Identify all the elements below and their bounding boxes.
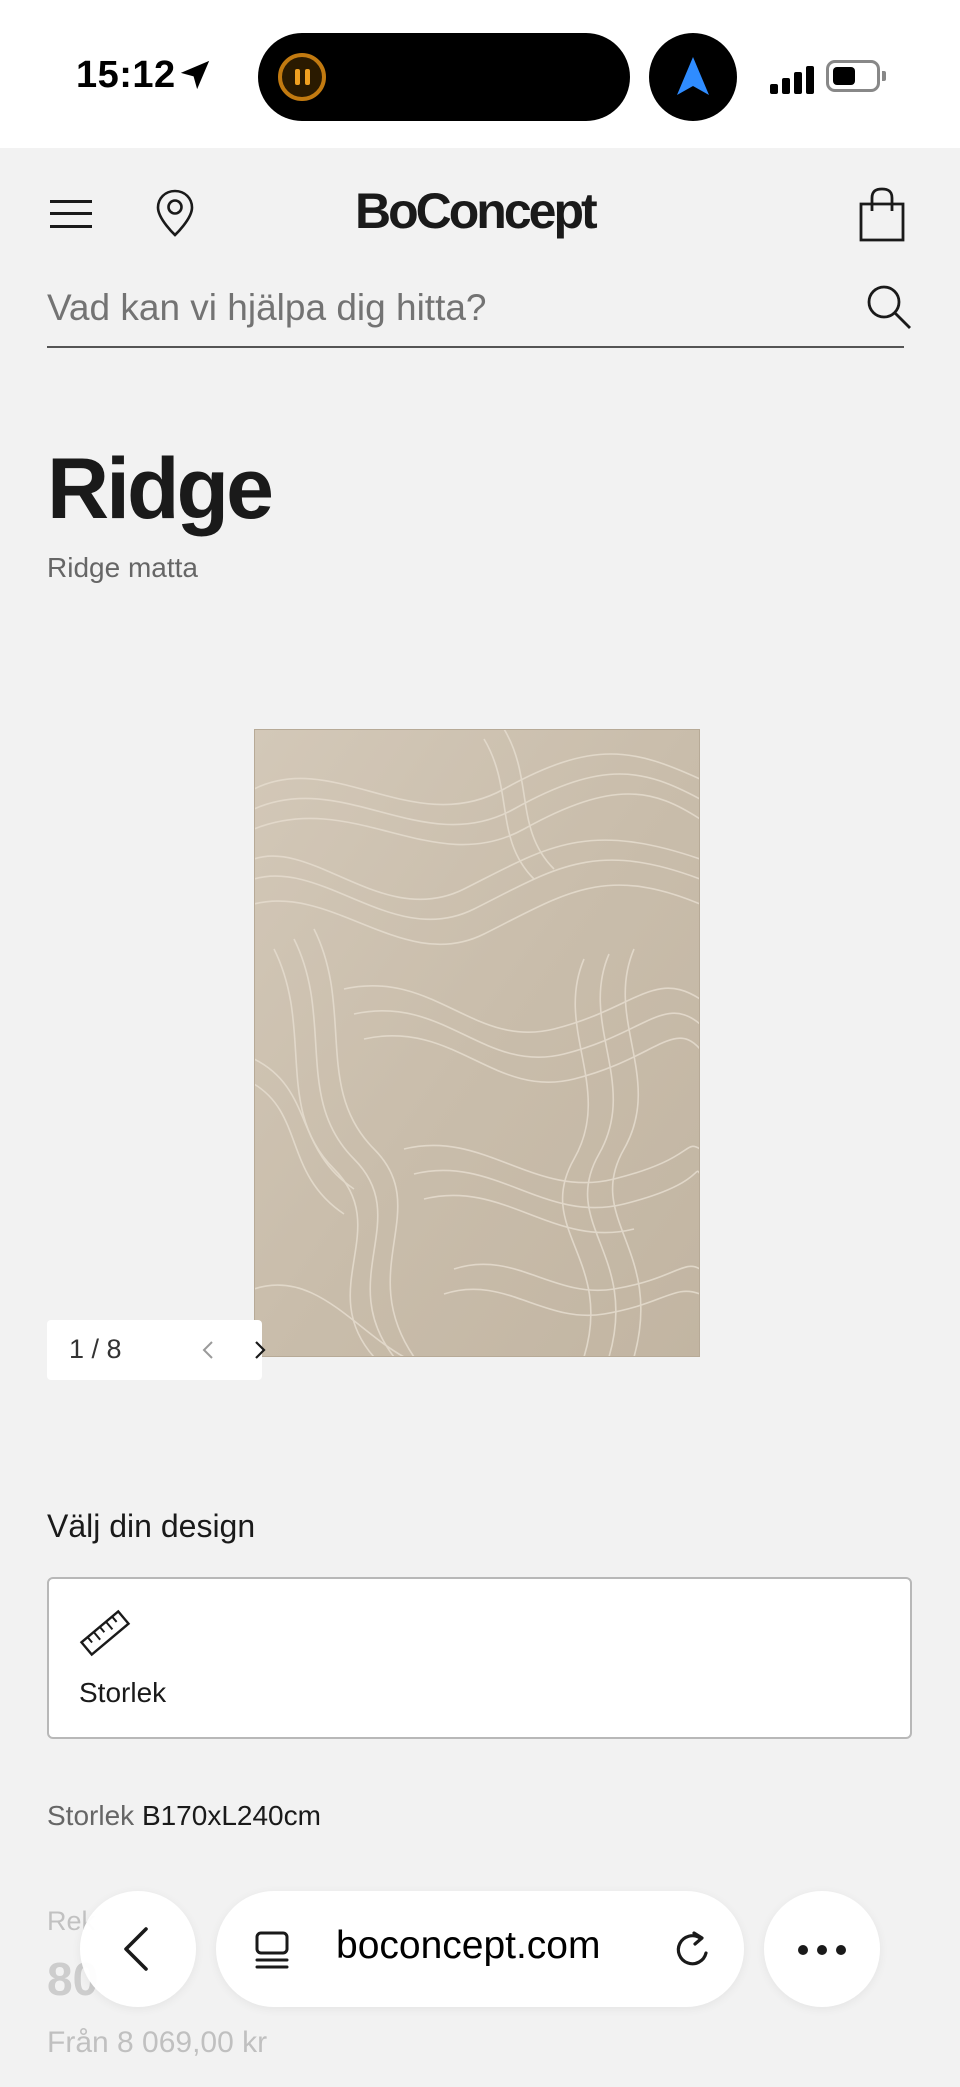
navigation-indicator	[649, 33, 737, 121]
browser-more-button[interactable]	[764, 1891, 880, 2007]
gallery-counter: 1 / 8	[69, 1334, 122, 1364]
address-bar[interactable]: boconcept.com	[216, 1891, 744, 2007]
product-image[interactable]	[254, 729, 700, 1357]
navigation-icon	[677, 57, 709, 95]
more-icon	[798, 1945, 846, 1955]
design-heading: Välj din design	[47, 1508, 256, 1544]
shopping-bag-icon[interactable]	[856, 186, 908, 244]
url-text[interactable]: boconcept.com	[336, 1924, 601, 1968]
tabs-icon[interactable]	[252, 1929, 292, 1971]
status-bar: 15:12	[0, 0, 960, 148]
chevron-left-icon[interactable]	[197, 1338, 221, 1362]
back-icon	[124, 1927, 148, 1971]
location-arrow-icon	[180, 60, 210, 90]
browser-back-button[interactable]	[80, 1891, 196, 2007]
size-option-card[interactable]: Storlek	[47, 1577, 912, 1739]
gallery-pager: 1 / 8	[47, 1320, 266, 1380]
search-input[interactable]	[47, 278, 847, 338]
chevron-right-icon[interactable]	[247, 1338, 271, 1362]
dynamic-island	[258, 33, 630, 121]
search-bar	[47, 278, 904, 348]
battery-icon	[826, 60, 886, 92]
store-locator-icon[interactable]	[154, 188, 196, 238]
selected-size-value: B170xL240cm	[141, 1800, 321, 1831]
selected-size-label: Storlek	[47, 1800, 135, 1831]
product-subtitle: Ridge matta	[47, 552, 198, 583]
ruler-icon	[79, 1609, 131, 1657]
search-icon[interactable]	[864, 282, 914, 332]
selected-size: Storlek B170xL240cm	[47, 1800, 321, 1832]
brand-logo[interactable]: BoConcept	[355, 182, 605, 240]
menu-icon[interactable]	[50, 198, 92, 230]
cellular-signal-icon	[770, 64, 814, 94]
status-time: 15:12	[76, 54, 176, 96]
price-from: Från 8 069,00 kr	[47, 2026, 268, 2059]
product-title: Ridge	[47, 441, 274, 537]
size-option-label: Storlek	[79, 1677, 167, 1708]
live-activity-icon	[278, 53, 326, 101]
reload-icon[interactable]	[672, 1929, 714, 1971]
